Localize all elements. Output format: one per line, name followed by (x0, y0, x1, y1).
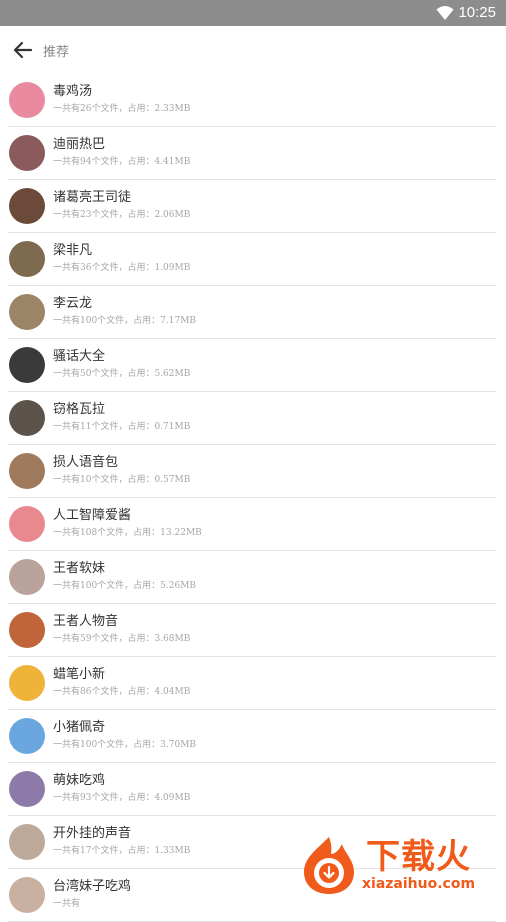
list-item[interactable]: 诸葛亮王司徒一共有23个文件，占用：2.06MB (0, 180, 506, 233)
list-item[interactable]: 梁非凡一共有36个文件，占用：1.09MB (0, 233, 506, 286)
item-name: 梁非凡 (53, 243, 93, 258)
item-name: 诸葛亮王司徒 (53, 190, 132, 205)
avatar (9, 400, 45, 436)
status-time: 10:25 (458, 4, 496, 21)
list-item[interactable]: 损人语音包一共有10个文件，占用：0.57MB (0, 445, 506, 498)
list-item[interactable]: 人工智障爱酱一共有108个文件，占用：13.22MB (0, 498, 506, 551)
item-meta: 一共有50个文件，占用：5.62MB (53, 369, 191, 379)
item-meta: 一共有94个文件，占用：4.41MB (53, 157, 191, 167)
item-meta: 一共有100个文件，占用：7.17MB (53, 316, 197, 326)
item-meta: 一共有23个文件，占用：2.06MB (53, 210, 191, 220)
list-item[interactable]: 王者人物音一共有59个文件，占用：3.68MB (0, 604, 506, 657)
item-meta: 一共有 (53, 899, 81, 909)
page-title: 推荐 (43, 45, 70, 60)
back-arrow-icon[interactable] (12, 39, 34, 61)
avatar (9, 453, 45, 489)
item-meta: 一共有86个文件，占用：4.04MB (53, 687, 191, 697)
list-item[interactable]: 骚话大全一共有50个文件，占用：5.62MB (0, 339, 506, 392)
item-name: 台湾妹子吃鸡 (53, 879, 132, 894)
item-name: 人工智障爱酱 (53, 508, 132, 523)
list-item[interactable]: 萌妹吃鸡一共有93个文件，占用：4.09MB (0, 763, 506, 816)
avatar (9, 559, 45, 595)
avatar (9, 241, 45, 277)
item-meta: 一共有108个文件，占用：13.22MB (53, 528, 202, 538)
item-meta: 一共有10个文件，占用：0.57MB (53, 475, 191, 485)
item-meta: 一共有17个文件，占用：1.33MB (53, 846, 191, 856)
avatar (9, 294, 45, 330)
item-meta: 一共有11个文件，占用：0.71MB (53, 422, 191, 432)
avatar (9, 82, 45, 118)
item-meta: 一共有59个文件，占用：3.68MB (53, 634, 191, 644)
avatar (9, 877, 45, 913)
avatar (9, 135, 45, 171)
item-meta: 一共有100个文件，占用：3.70MB (53, 740, 197, 750)
avatar (9, 718, 45, 754)
status-bar: 10:25 (0, 0, 506, 26)
avatar (9, 771, 45, 807)
avatar (9, 506, 45, 542)
item-meta: 一共有36个文件，占用：1.09MB (53, 263, 191, 273)
item-name: 蜡笔小新 (53, 667, 106, 682)
app-bar: 推荐 (0, 26, 506, 74)
wifi-icon (436, 6, 454, 20)
item-name: 王者软妹 (53, 561, 106, 576)
avatar (9, 612, 45, 648)
item-name: 萌妹吃鸡 (53, 773, 106, 788)
watermark-title: 下载火 (366, 837, 472, 877)
item-name: 开外挂的声音 (53, 826, 132, 841)
avatar (9, 665, 45, 701)
item-name: 李云龙 (53, 296, 93, 311)
list-item[interactable]: 王者软妹一共有100个文件，占用：5.26MB (0, 551, 506, 604)
item-meta: 一共有26个文件，占用：2.33MB (53, 104, 191, 114)
avatar (9, 188, 45, 224)
list-item[interactable]: 蜡笔小新一共有86个文件，占用：4.04MB (0, 657, 506, 710)
voice-pack-list: 毒鸡汤 一共有26个文件，占用：2.33MB 迪丽热巴 一共有94个文件，占用：4.4… (0, 74, 506, 922)
item-meta: 一共有100个文件，占用：5.26MB (53, 581, 197, 591)
item-name: 王者人物音 (53, 614, 119, 629)
flame-logo-icon (304, 837, 354, 894)
list-item[interactable]: 毒鸡汤一共有26个文件，占用：2.33MB (0, 74, 506, 127)
avatar (9, 347, 45, 383)
item-meta: 一共有93个文件，占用：4.09MB (53, 793, 191, 803)
item-name: 迪丽热巴 (53, 137, 106, 152)
item-name: 毒鸡汤 (53, 84, 93, 99)
item-name: 窃格瓦拉 (53, 402, 106, 417)
watermark-logo: 下载火 xiazaihuo.com (298, 832, 504, 898)
list-item[interactable]: 小猪佩奇一共有100个文件，占用：3.70MB (0, 710, 506, 763)
avatar (9, 824, 45, 860)
item-name: 小猪佩奇 (53, 720, 106, 735)
list-item[interactable]: 迪丽热巴一共有94个文件，占用：4.41MB (0, 127, 506, 180)
list-item[interactable]: 窃格瓦拉一共有11个文件，占用：0.71MB (0, 392, 506, 445)
item-name: 骚话大全 (53, 349, 106, 364)
item-name: 损人语音包 (53, 455, 119, 470)
watermark-url: xiazaihuo.com (362, 876, 476, 892)
list-item[interactable]: 李云龙一共有100个文件，占用：7.17MB (0, 286, 506, 339)
